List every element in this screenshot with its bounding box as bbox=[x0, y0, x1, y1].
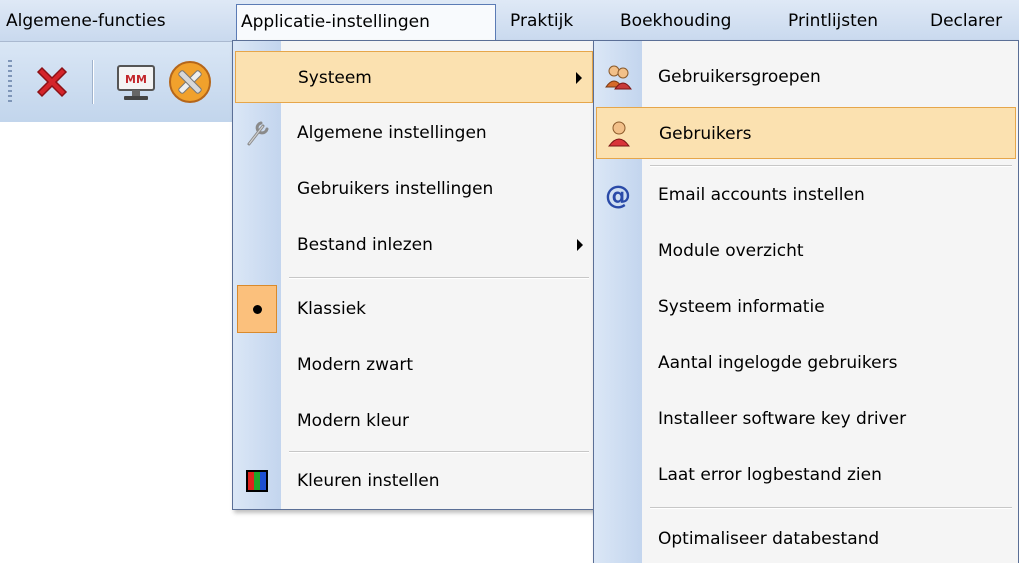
menu-printlijsten[interactable]: Printlijsten bbox=[784, 4, 882, 40]
menu-item-klassiek[interactable]: Klassiek bbox=[235, 283, 593, 335]
applicatie-instellingen-menu: Systeem Algemene instellingen Gebruikers… bbox=[232, 40, 596, 510]
menu-item-label: Email accounts instellen bbox=[658, 185, 865, 205]
menu-item-modern-zwart[interactable]: Modern zwart bbox=[235, 339, 593, 391]
menu-item-kleuren-instellen[interactable]: Kleuren instellen bbox=[235, 455, 593, 507]
mm-monitor-icon[interactable]: MM bbox=[112, 58, 160, 106]
menu-item-label: Aantal ingelogde gebruikers bbox=[658, 353, 898, 373]
user-icon bbox=[608, 121, 630, 147]
color-bars-icon bbox=[246, 470, 268, 492]
menu-declareren[interactable]: Declarer bbox=[926, 4, 1006, 40]
menu-item-label: Systeem informatie bbox=[658, 297, 825, 317]
menu-item-label: Algemene instellingen bbox=[297, 123, 487, 143]
menu-item-label: Optimaliseer databestand bbox=[658, 529, 880, 549]
toolbar-separator bbox=[92, 60, 94, 104]
menu-item-label: Laat error logbestand zien bbox=[658, 465, 882, 485]
menu-separator bbox=[289, 277, 589, 279]
svg-text:@: @ bbox=[605, 181, 631, 211]
menu-separator bbox=[289, 451, 589, 453]
menu-item-label: Gebruikersgroepen bbox=[658, 67, 821, 87]
at-sign-icon: @ bbox=[605, 181, 631, 211]
close-red-x-icon[interactable] bbox=[28, 58, 76, 106]
toolbar: MM bbox=[0, 42, 232, 122]
menu-item-label: Systeem bbox=[298, 68, 372, 88]
menu-item-label: Klassiek bbox=[297, 299, 367, 319]
menu-item-algemene-instellingen[interactable]: Algemene instellingen bbox=[235, 107, 593, 159]
checked-indicator bbox=[237, 285, 277, 333]
menu-item-label: Gebruikers instellingen bbox=[297, 179, 494, 199]
wrench-icon bbox=[247, 121, 269, 146]
menu-item-gebruikersgroepen[interactable]: Gebruikersgroepen bbox=[596, 51, 1016, 103]
menu-separator bbox=[650, 507, 1012, 509]
menu-item-optimaliseer-databestand[interactable]: Optimaliseer databestand bbox=[596, 513, 1016, 563]
menu-item-modern-kleur[interactable]: Modern kleur bbox=[235, 395, 593, 447]
menu-item-gebruikers[interactable]: Gebruikers bbox=[596, 107, 1016, 159]
menu-item-label: Installeer software key driver bbox=[658, 409, 907, 429]
menu-bar: Algemene-functies Applicatie-instellinge… bbox=[0, 0, 1019, 42]
menu-item-installeer-software-key-driver[interactable]: Installeer software key driver bbox=[596, 393, 1016, 445]
menu-item-email-accounts[interactable]: @ Email accounts instellen bbox=[596, 169, 1016, 221]
radio-dot-icon bbox=[253, 305, 262, 314]
menu-item-aantal-ingelogde-gebruikers[interactable]: Aantal ingelogde gebruikers bbox=[596, 337, 1016, 389]
menu-item-label: Kleuren instellen bbox=[297, 471, 440, 491]
submenu-arrow-icon bbox=[577, 239, 583, 251]
submenu-arrow-icon bbox=[576, 72, 582, 84]
menu-item-label: Modern kleur bbox=[297, 411, 409, 431]
menu-item-label: Module overzicht bbox=[658, 241, 804, 261]
menu-item-systeem-informatie[interactable]: Systeem informatie bbox=[596, 281, 1016, 333]
menu-separator bbox=[650, 165, 1012, 167]
menu-praktijk[interactable]: Praktijk bbox=[506, 4, 577, 40]
menu-item-systeem[interactable]: Systeem bbox=[235, 51, 593, 103]
menu-item-label: Bestand inlezen bbox=[297, 235, 433, 255]
menu-item-laat-error-logbestand-zien[interactable]: Laat error logbestand zien bbox=[596, 449, 1016, 501]
menu-item-label: Modern zwart bbox=[297, 355, 414, 375]
menu-item-bestand-inlezen[interactable]: Bestand inlezen bbox=[235, 219, 593, 271]
tools-icon[interactable] bbox=[166, 58, 214, 106]
toolbar-grip[interactable] bbox=[8, 60, 12, 104]
menu-algemene-functies[interactable]: Algemene-functies bbox=[2, 4, 170, 40]
menu-applicatie-instellingen[interactable]: Applicatie-instellingen bbox=[236, 4, 496, 42]
menu-item-gebruikers-instellingen[interactable]: Gebruikers instellingen bbox=[235, 163, 593, 215]
user-group-icon bbox=[605, 65, 632, 90]
systeem-submenu: Gebruikersgroepen Gebruikers @ Email acc… bbox=[593, 40, 1019, 563]
menu-item-label: Gebruikers bbox=[659, 124, 752, 144]
menu-item-module-overzicht[interactable]: Module overzicht bbox=[596, 225, 1016, 277]
svg-text:MM: MM bbox=[125, 73, 147, 86]
menu-boekhouding[interactable]: Boekhouding bbox=[616, 4, 735, 40]
